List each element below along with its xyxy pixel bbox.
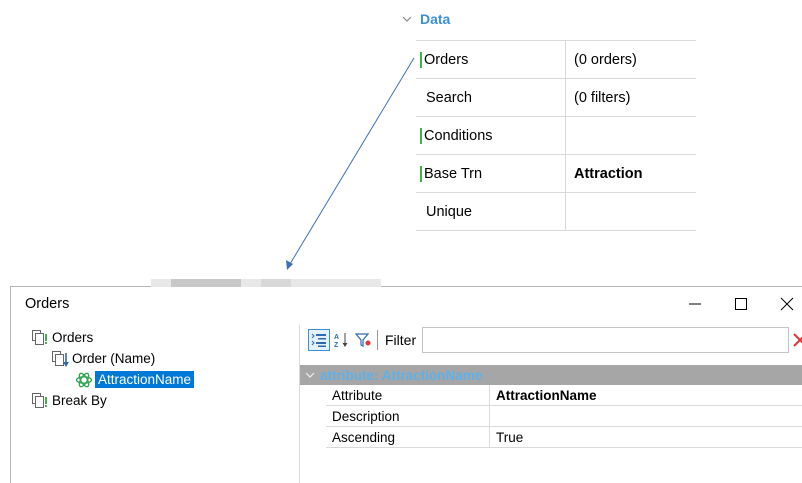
categorized-icon xyxy=(311,333,326,347)
property-row-attribute[interactable]: Attribute AttractionName xyxy=(326,385,802,406)
grid-row-value: (0 orders) xyxy=(574,51,637,68)
close-button[interactable] xyxy=(764,289,802,319)
categorized-button[interactable] xyxy=(308,329,330,351)
order-icon xyxy=(51,350,69,368)
tree-node-order-name[interactable]: Order (Name) xyxy=(31,348,301,369)
grid-row-value: Attraction xyxy=(574,165,643,182)
sort-az-icon: AZ xyxy=(334,333,348,348)
clear-icon xyxy=(793,333,802,347)
data-grid: Orders (0 orders) Search (0 filters) Con… xyxy=(416,40,696,231)
data-section-title: Data xyxy=(420,11,451,27)
properties-toolbar: AZ Filter xyxy=(308,325,802,355)
filter-toggle-button[interactable] xyxy=(352,329,374,351)
grid-row-conditions[interactable]: Conditions xyxy=(416,117,696,155)
maximize-button[interactable] xyxy=(718,289,764,319)
properties-table: Attribute AttractionName Description Asc… xyxy=(326,385,802,448)
minimize-button[interactable] xyxy=(672,289,718,319)
grid-row-unique[interactable]: Unique xyxy=(416,193,696,231)
property-row-ascending[interactable]: Ascending True xyxy=(326,427,802,448)
grid-row-name: Search xyxy=(426,89,472,106)
chevron-down-icon xyxy=(402,16,412,22)
tree-node-label: AttractionName xyxy=(95,371,195,388)
data-property-panel: Data Orders (0 orders) Search (0 filters… xyxy=(396,6,696,231)
tree-node-label: Orders xyxy=(52,330,94,345)
property-name: Description xyxy=(332,408,400,424)
grid-row-name: Unique xyxy=(426,203,472,220)
tree-node-orders[interactable]: Orders xyxy=(31,327,301,348)
chevron-down-icon xyxy=(300,370,320,380)
attribute-section-header[interactable]: attribute: AttractionName xyxy=(300,365,802,385)
grid-row-value: (0 filters) xyxy=(574,89,631,106)
modified-marker xyxy=(420,127,422,144)
window-tab-strip xyxy=(151,273,381,287)
modified-marker xyxy=(420,165,422,182)
filter-input[interactable] xyxy=(422,327,789,353)
alphabetical-button[interactable]: AZ xyxy=(330,329,352,351)
attribute-icon xyxy=(75,371,93,389)
svg-text:Z: Z xyxy=(334,342,339,348)
tree-node-break-by[interactable]: Break By xyxy=(31,390,301,411)
grid-row-base-trn[interactable]: Base Trn Attraction xyxy=(416,155,696,193)
clear-filter-button[interactable] xyxy=(789,329,802,351)
filter-icon xyxy=(355,333,371,347)
tree-node-label: Break By xyxy=(52,393,107,408)
minimize-icon xyxy=(689,303,701,305)
grid-row-name: Orders xyxy=(424,51,469,68)
data-section-header[interactable]: Data xyxy=(396,6,696,32)
filter-label: Filter xyxy=(385,332,417,348)
properties-panel: AZ Filter attribute: AttractionName Attr… xyxy=(299,325,802,483)
grid-row-orders[interactable]: Orders (0 orders) xyxy=(416,41,696,79)
tree-node-label: Order (Name) xyxy=(72,351,156,366)
close-icon xyxy=(780,297,794,311)
modified-marker xyxy=(420,51,422,68)
property-value: True xyxy=(496,429,524,445)
orders-window: Orders Orders Order (Name) AttractionNam… xyxy=(10,279,802,483)
svg-text:A: A xyxy=(334,334,339,341)
property-name: Attribute xyxy=(332,387,383,403)
property-name: Ascending xyxy=(332,429,396,445)
maximize-icon xyxy=(735,298,747,310)
window-titlebar: Orders xyxy=(11,287,802,321)
break-by-icon xyxy=(31,392,49,410)
grid-row-name: Conditions xyxy=(424,127,493,144)
attribute-section-title: attribute: AttractionName xyxy=(320,367,483,383)
grid-row-search[interactable]: Search (0 filters) xyxy=(416,79,696,117)
window-title: Orders xyxy=(25,296,70,312)
property-value: AttractionName xyxy=(496,387,597,403)
property-row-description[interactable]: Description xyxy=(326,406,802,427)
grid-row-name: Base Trn xyxy=(424,165,483,182)
orders-tree: Orders Order (Name) AttractionName Break… xyxy=(31,327,301,411)
orders-group-icon xyxy=(31,329,49,347)
tree-node-attraction-name[interactable]: AttractionName xyxy=(31,369,301,390)
